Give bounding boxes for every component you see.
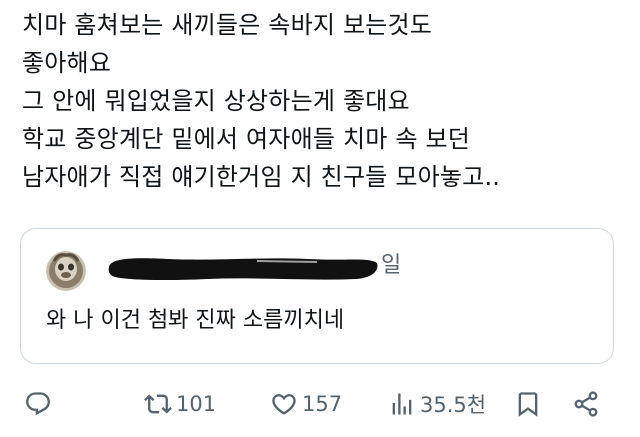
bookmark-button[interactable] — [514, 382, 542, 426]
redacted-author-name — [107, 253, 379, 283]
reply-icon — [26, 392, 50, 416]
post-body: 치마 훔쳐보는 새끼들은 속바지 보는것도 좋아해요 그 안에 뭐입었을지 상상… — [22, 6, 622, 196]
share-button[interactable] — [572, 382, 600, 426]
action-bar: 101 157 35.5천 — [0, 382, 640, 426]
share-icon — [574, 391, 598, 417]
quote-date: 일 — [381, 253, 402, 278]
post-text-line: 그 안에 뭐입었을지 상상하는게 좋대요 — [22, 87, 410, 115]
views-count: 35.5천 — [420, 393, 487, 417]
avatar[interactable] — [46, 251, 86, 291]
views-button[interactable]: 35.5천 — [388, 382, 486, 426]
like-count: 157 — [302, 392, 343, 416]
post-text-line: 학교 중앙계단 밑에서 여자애들 치마 속 보던 — [22, 125, 471, 153]
heart-icon — [272, 394, 296, 415]
post-text-line: 치마 훔쳐보는 새끼들은 속바지 보는것도 — [22, 11, 433, 39]
quoted-post-text: 와 나 이건 첨봐 진짜 소름끼치네 — [46, 308, 345, 333]
like-button[interactable]: 157 — [270, 382, 342, 426]
post-text-line: 남자애가 직접 얘기한거임 지 친구들 모아놓고.. — [22, 163, 501, 191]
reply-button[interactable] — [24, 382, 52, 426]
repost-count: 101 — [176, 392, 217, 416]
repost-icon — [144, 394, 172, 414]
bookmark-icon — [518, 392, 538, 417]
post-text-line: 좋아해요 — [22, 49, 112, 77]
bar-chart-icon — [392, 393, 412, 415]
repost-button[interactable]: 101 — [144, 382, 216, 426]
quoted-post-card[interactable]: 일 와 나 이건 첨봐 진짜 소름끼치네 — [20, 228, 614, 364]
